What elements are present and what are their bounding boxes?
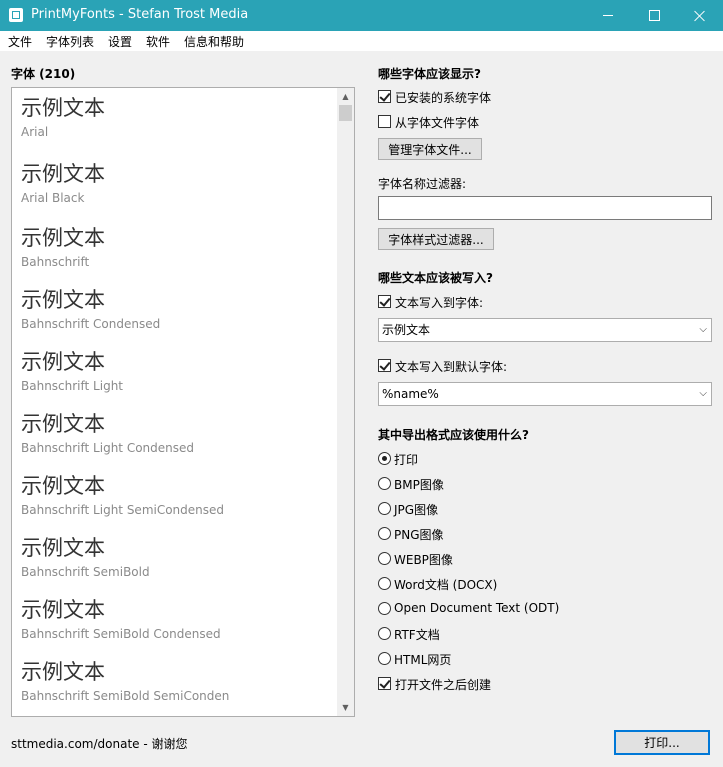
font-entry[interactable]: 示例文本 Bahnschrift Light Condensed — [21, 412, 194, 455]
write-to-font-checkbox[interactable] — [378, 295, 391, 308]
export-html-radio[interactable] — [378, 652, 391, 665]
name-filter-input[interactable] — [378, 196, 712, 220]
write-default-label: 文本写入到默认字体: — [395, 360, 508, 374]
minimize-button[interactable] — [585, 0, 631, 31]
font-entry[interactable]: 示例文本 Bahnschrift Condensed — [21, 288, 160, 331]
font-name: Bahnschrift SemiBold Condensed — [21, 627, 221, 641]
from-files-label: 从字体文件字体 — [395, 116, 480, 130]
font-name: Bahnschrift Condensed — [21, 317, 161, 331]
export-docx-label: Word文档 (DOCX) — [394, 578, 498, 592]
minimize-icon — [603, 15, 613, 16]
menu-bar: 文件 字体列表 设置 软件 信息和帮助 — [0, 31, 723, 51]
export-webp-label: WEBP图像 — [394, 553, 453, 567]
font-sample: 示例文本 — [21, 598, 105, 622]
maximize-button[interactable] — [631, 0, 677, 31]
scroll-thumb[interactable] — [339, 105, 352, 121]
name-filter-label: 字体名称过滤器: — [378, 177, 467, 191]
font-name: Bahnschrift Light — [21, 379, 123, 393]
write-to-font-label: 文本写入到字体: — [395, 296, 484, 310]
font-entry[interactable]: 示例文本 Bahnschrift SemiBold SemiConden — [21, 660, 229, 703]
installed-fonts-checkbox[interactable] — [378, 90, 391, 103]
font-sample: 示例文本 — [21, 162, 105, 186]
font-entry[interactable]: 示例文本 Arial Black — [21, 162, 105, 205]
export-odt-label: Open Document Text (ODT) — [394, 601, 560, 615]
main-panel: 字体 (210) 示例文本 Arial 示例文本 Arial Black 示例文… — [0, 51, 723, 767]
window-title: PrintMyFonts - Stefan Trost Media — [31, 7, 249, 22]
export-rtf-radio[interactable] — [378, 627, 391, 640]
chevron-down-icon[interactable]: ⌵ — [699, 383, 707, 405]
donate-link[interactable]: sttmedia.com/donate - 谢谢您 — [11, 735, 188, 752]
export-png-label: PNG图像 — [394, 528, 444, 542]
font-sample: 示例文本 — [21, 350, 105, 374]
export-bmp-label: BMP图像 — [394, 478, 444, 492]
font-name: Arial — [21, 125, 49, 139]
menu-font-list[interactable]: 字体列表 — [46, 33, 94, 50]
app-icon — [9, 8, 23, 22]
close-icon — [694, 10, 706, 22]
text-heading: 哪些文本应该被写入? — [378, 271, 493, 285]
default-text-combo[interactable]: %name% ⌵ — [378, 382, 712, 406]
font-entry[interactable]: 示例文本 Bahnschrift Light SemiCondensed — [21, 474, 224, 517]
font-name: Bahnschrift Light SemiCondensed — [21, 503, 225, 517]
print-button[interactable]: 打印... — [614, 730, 710, 755]
write-default-checkbox[interactable] — [378, 359, 391, 372]
close-button[interactable] — [677, 0, 723, 31]
manage-font-files-button[interactable]: 管理字体文件... — [378, 138, 482, 160]
font-list-header: 字体 (210) — [11, 67, 76, 81]
export-rtf-label: RTF文档 — [394, 628, 440, 642]
font-entry[interactable]: 示例文本 Bahnschrift SemiBold — [21, 536, 150, 579]
menu-file[interactable]: 文件 — [8, 33, 32, 50]
font-entry[interactable]: 示例文本 Arial — [21, 96, 105, 139]
export-heading: 其中导出格式应该使用什么? — [378, 428, 529, 442]
style-filter-button[interactable]: 字体样式过滤器... — [378, 228, 494, 250]
scroll-up-icon[interactable]: ▲ — [337, 88, 354, 105]
export-webp-radio[interactable] — [378, 552, 391, 565]
export-print-radio[interactable] — [378, 452, 391, 465]
chevron-down-icon[interactable]: ⌵ — [699, 319, 707, 341]
export-docx-radio[interactable] — [378, 577, 391, 590]
font-list[interactable]: 示例文本 Arial 示例文本 Arial Black 示例文本 Bahnsch… — [11, 87, 355, 717]
menu-software[interactable]: 软件 — [146, 33, 170, 50]
scroll-down-icon[interactable]: ▼ — [337, 699, 354, 716]
from-files-checkbox[interactable] — [378, 115, 391, 128]
font-sample: 示例文本 — [21, 536, 105, 560]
export-print-label: 打印 — [394, 453, 419, 467]
font-sample: 示例文本 — [21, 288, 105, 312]
font-name: Arial Black — [21, 191, 85, 205]
default-text-value: %name% — [382, 387, 439, 401]
menu-settings[interactable]: 设置 — [108, 33, 132, 50]
export-jpg-radio[interactable] — [378, 502, 391, 515]
font-name: Bahnschrift — [21, 255, 90, 269]
font-text-combo[interactable]: 示例文本 ⌵ — [378, 318, 712, 342]
font-sample: 示例文本 — [21, 96, 105, 120]
maximize-icon — [648, 10, 660, 21]
font-entry[interactable]: 示例文本 Bahnschrift — [21, 226, 105, 269]
title-bar: PrintMyFonts - Stefan Trost Media — [0, 0, 723, 31]
display-heading: 哪些字体应该显示? — [378, 67, 481, 81]
menu-help[interactable]: 信息和帮助 — [184, 33, 244, 50]
export-html-label: HTML网页 — [394, 653, 452, 667]
installed-fonts-label: 已安装的系统字体 — [395, 91, 492, 105]
font-name: Bahnschrift Light Condensed — [21, 441, 194, 455]
font-name: Bahnschrift SemiBold — [21, 565, 150, 579]
font-sample: 示例文本 — [21, 226, 105, 250]
font-sample: 示例文本 — [21, 660, 105, 684]
font-entry[interactable]: 示例文本 Bahnschrift Light — [21, 350, 123, 393]
export-odt-radio[interactable] — [378, 602, 391, 615]
font-name: Bahnschrift SemiBold SemiConden — [21, 689, 230, 703]
font-sample: 示例文本 — [21, 412, 105, 436]
export-png-radio[interactable] — [378, 527, 391, 540]
open-after-checkbox[interactable] — [378, 677, 391, 690]
export-jpg-label: JPG图像 — [394, 503, 439, 517]
font-list-scrollbar[interactable]: ▲ ▼ — [337, 88, 354, 716]
export-bmp-radio[interactable] — [378, 477, 391, 490]
font-entry[interactable]: 示例文本 Bahnschrift SemiBold Condensed — [21, 598, 221, 641]
open-after-label: 打开文件之后创建 — [395, 678, 492, 692]
font-text-value: 示例文本 — [382, 323, 431, 337]
font-sample: 示例文本 — [21, 474, 105, 498]
